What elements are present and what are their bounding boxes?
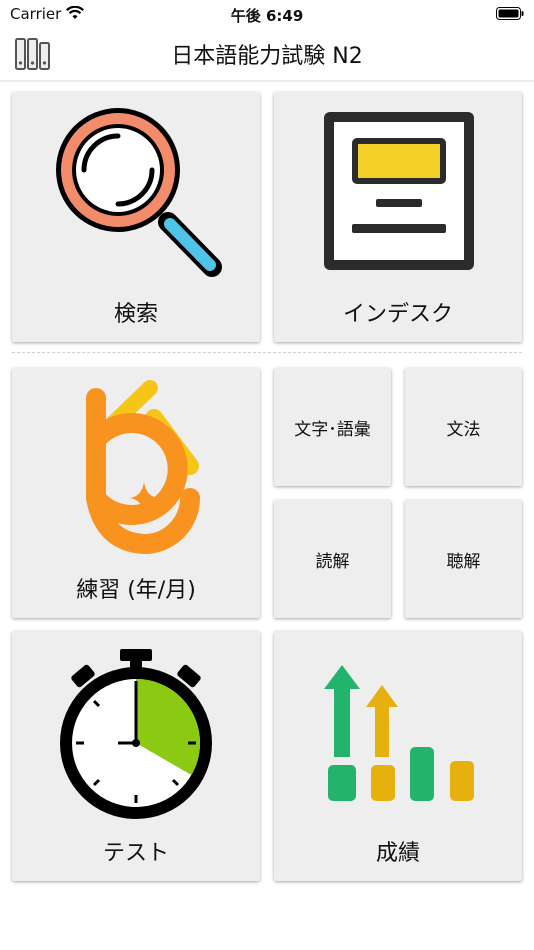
section-divider <box>12 352 522 353</box>
reading-tile[interactable]: 読解 <box>274 500 391 618</box>
search-tile[interactable]: 検索 <box>12 92 260 342</box>
magnifier-icon <box>56 108 222 277</box>
battery-full-icon <box>496 7 524 20</box>
listening-label: 聴解 <box>446 551 481 572</box>
vocab-label: 文字･語彙 <box>294 419 371 440</box>
index-tile[interactable]: インデスク <box>274 92 522 342</box>
reading-label: 読解 <box>315 551 350 572</box>
test-tile[interactable]: テスト <box>12 631 260 881</box>
stopwatch-icon <box>60 649 212 819</box>
status-bar: Carrier 午後 6:49 <box>0 0 534 28</box>
clock: 午後 6:49 <box>230 7 304 25</box>
document-icon <box>324 112 474 270</box>
search-label: 検索 <box>113 302 158 327</box>
grammar-label: 文法 <box>446 419 481 440</box>
page-title: 日本語能力試験 N2 <box>171 44 363 69</box>
growth-chart-icon <box>324 665 474 801</box>
listening-tile[interactable]: 聴解 <box>405 500 522 618</box>
results-label: 成績 <box>375 841 420 866</box>
results-tile[interactable]: 成績 <box>274 631 522 881</box>
practice-logo-icon <box>86 380 200 555</box>
practice-tile[interactable]: 練習 (年/月) <box>12 368 260 618</box>
test-label: テスト <box>102 841 169 866</box>
practice-label: 練習 (年/月) <box>76 578 196 603</box>
index-label: インデスク <box>342 302 453 327</box>
grammar-tile[interactable]: 文法 <box>405 368 522 486</box>
vocab-tile[interactable]: 文字･語彙 <box>274 368 391 486</box>
navigation-bar: 日本語能力試験 N2 <box>0 28 534 82</box>
